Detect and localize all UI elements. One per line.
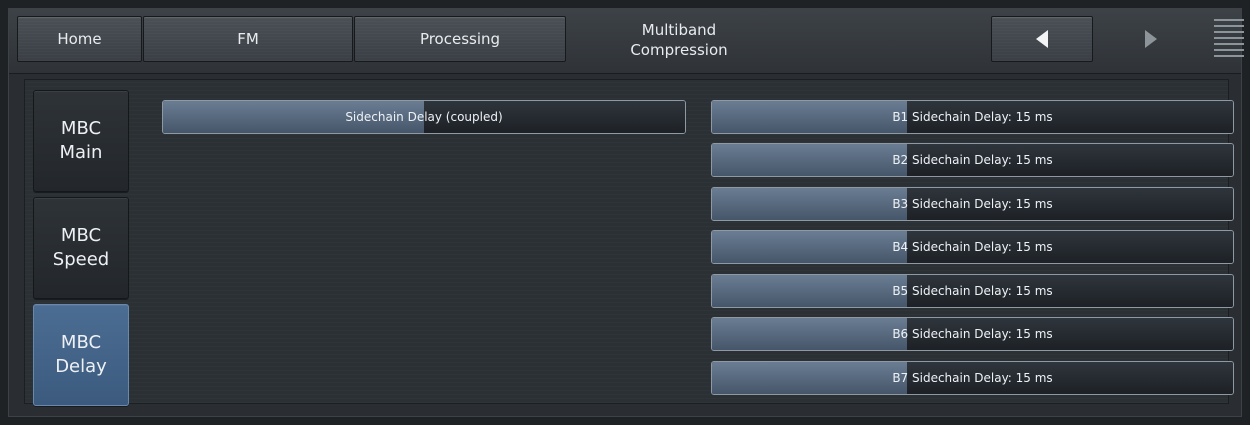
slider-label: B7 Sidechain Delay: 15 ms (892, 371, 1053, 385)
slider-label: B3 Sidechain Delay: 15 ms (892, 197, 1053, 211)
sidebar-item-label: MBC (60, 332, 102, 353)
sidebar-item-label: MBC (60, 118, 102, 139)
fm-button[interactable]: FM (143, 16, 353, 62)
b2-sidechain-delay-slider[interactable]: B2 Sidechain Delay: 15 ms (711, 143, 1234, 177)
slider-label: B4 Sidechain Delay: 15 ms (892, 240, 1053, 254)
page-title-line1: Multiband (641, 21, 717, 39)
sidechain-delay-coupled-slider[interactable]: Sidechain Delay (coupled) (162, 100, 686, 134)
b6-sidechain-delay-slider[interactable]: B6 Sidechain Delay: 15 ms (711, 317, 1234, 351)
menu-icon[interactable] (1214, 19, 1244, 63)
sidebar-item-mbc-delay[interactable]: MBC Delay (33, 304, 129, 406)
sidebar-item-label: Speed (52, 249, 110, 270)
app-window: Home FM Processing Multiband Compression… (8, 8, 1244, 417)
processing-button-label: Processing (419, 30, 501, 48)
processing-button[interactable]: Processing (354, 16, 566, 62)
sidebar-item-mbc-speed[interactable]: MBC Speed (33, 197, 129, 299)
slider-label: B2 Sidechain Delay: 15 ms (892, 153, 1053, 167)
slider-label: B1 Sidechain Delay: 15 ms (892, 110, 1053, 124)
b3-sidechain-delay-slider[interactable]: B3 Sidechain Delay: 15 ms (711, 187, 1234, 221)
triangle-left-icon (1036, 30, 1048, 48)
page-title: Multiband Compression (599, 13, 759, 67)
page-title-line2: Compression (630, 41, 728, 59)
fm-button-label: FM (237, 30, 259, 48)
triangle-right-icon (1145, 30, 1157, 48)
slider-label: B6 Sidechain Delay: 15 ms (892, 327, 1053, 341)
sidebar-item-label: Delay (55, 356, 107, 377)
main-content-panel: MBC Main MBC Speed MBC Delay Sidechain D… (24, 79, 1234, 406)
b4-sidechain-delay-slider[interactable]: B4 Sidechain Delay: 15 ms (711, 230, 1234, 264)
sidebar-item-label: Main (59, 142, 103, 163)
b5-sidechain-delay-slider[interactable]: B5 Sidechain Delay: 15 ms (711, 274, 1234, 308)
home-button-label: Home (57, 30, 102, 48)
home-button[interactable]: Home (17, 16, 142, 62)
back-button[interactable] (991, 16, 1093, 62)
slider-label: Sidechain Delay (coupled) (345, 110, 503, 124)
b1-sidechain-delay-slider[interactable]: B1 Sidechain Delay: 15 ms (711, 100, 1234, 134)
top-navigation-bar: Home FM Processing Multiband Compression (9, 9, 1244, 74)
slider-label: B5 Sidechain Delay: 15 ms (892, 284, 1053, 298)
b7-sidechain-delay-slider[interactable]: B7 Sidechain Delay: 15 ms (711, 361, 1234, 395)
sidebar-item-mbc-main[interactable]: MBC Main (33, 90, 129, 192)
forward-button[interactable] (1102, 16, 1200, 62)
sidebar-item-label: MBC (60, 225, 102, 246)
